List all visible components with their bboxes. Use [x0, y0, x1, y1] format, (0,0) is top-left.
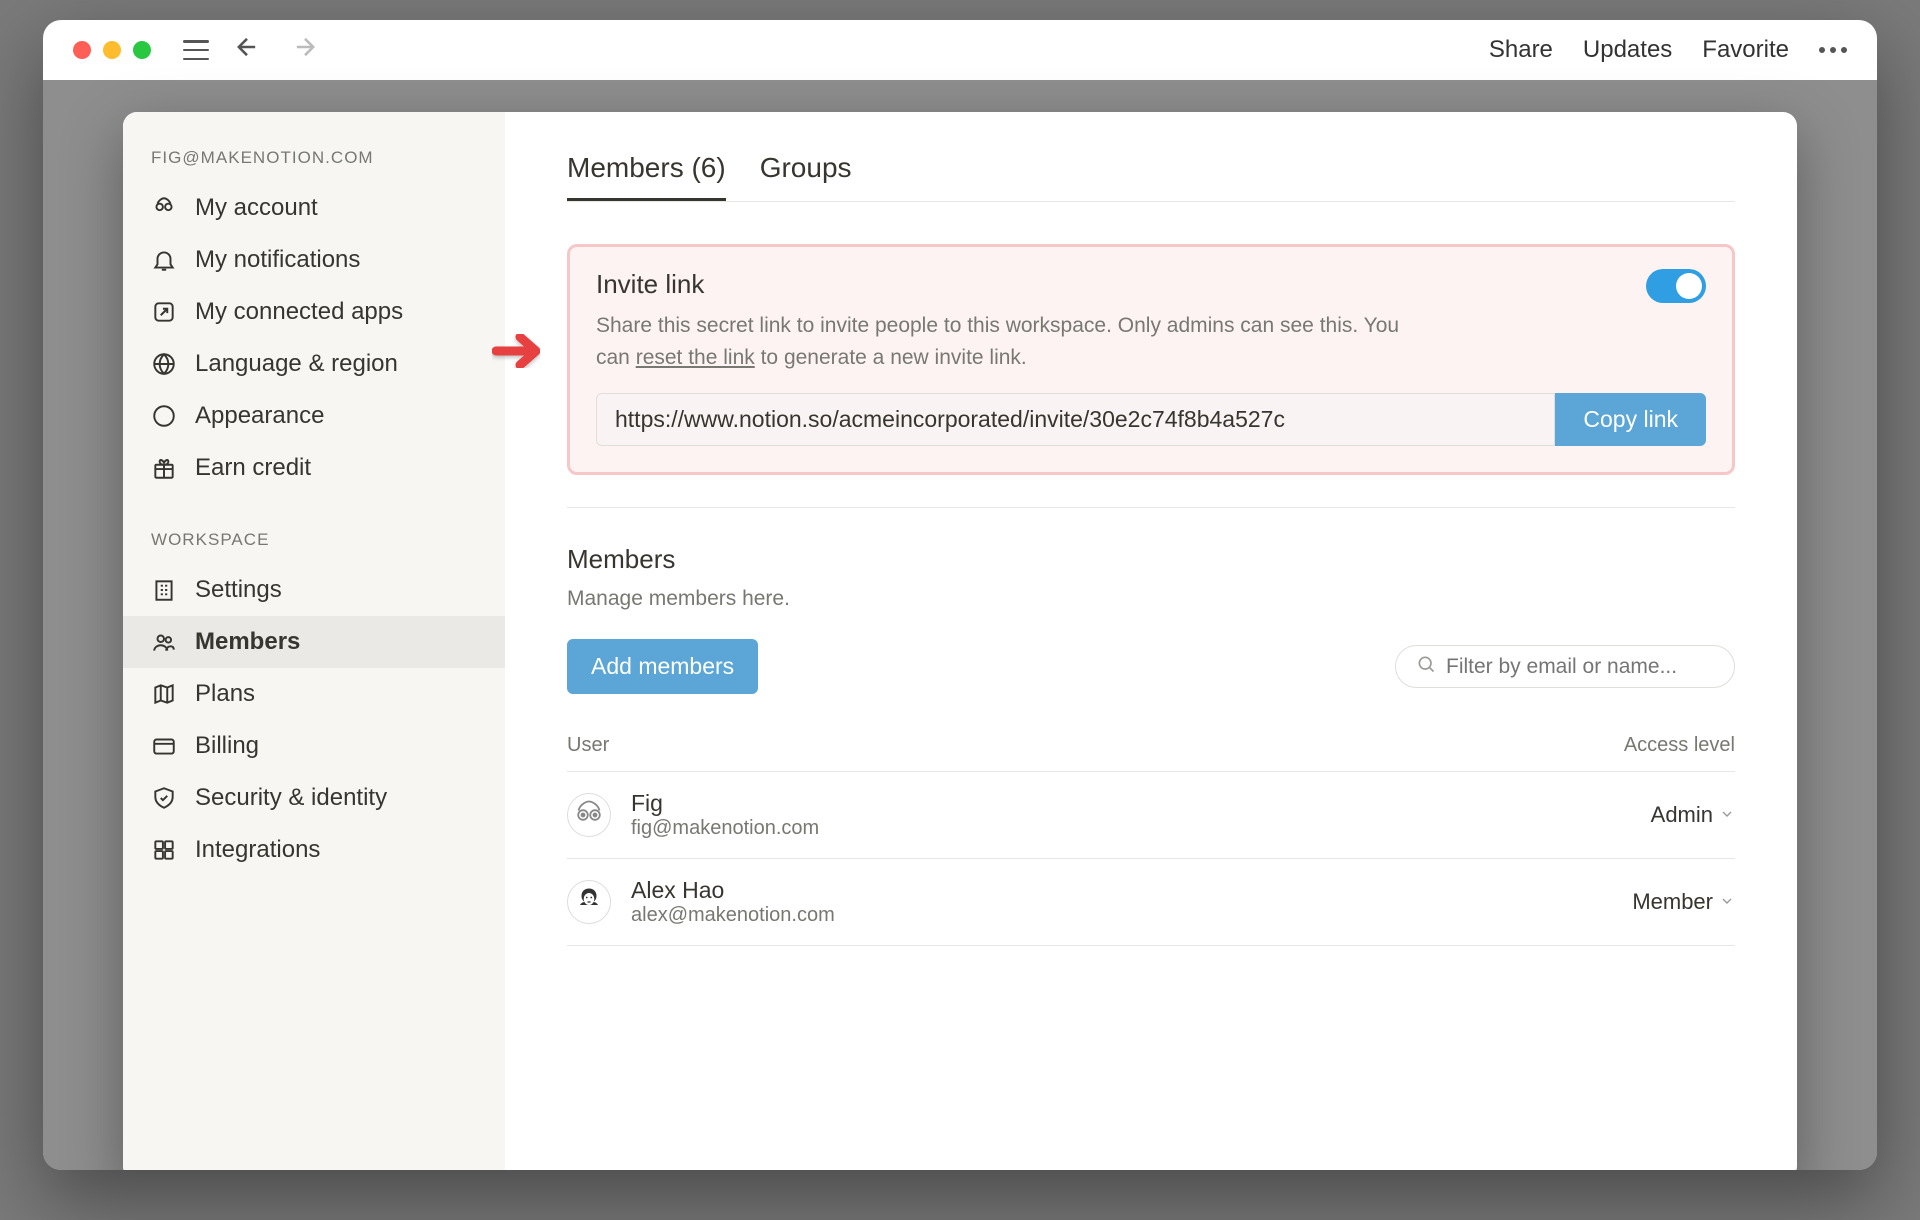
shield-icon	[151, 785, 177, 811]
people-icon	[151, 629, 177, 655]
forward-button	[285, 33, 325, 67]
titlebar: Share Updates Favorite	[43, 20, 1877, 80]
avatar	[567, 793, 611, 837]
user-name: Alex Hao	[631, 877, 835, 904]
sidebar-item-label: Plans	[195, 680, 255, 708]
col-user: User	[567, 734, 609, 757]
access-level-dropdown[interactable]: Member	[1632, 889, 1735, 915]
close-window-button[interactable]	[73, 41, 91, 59]
hamburger-menu-icon[interactable]	[183, 40, 209, 60]
tab-members[interactable]: Members (6)	[567, 152, 726, 201]
workspace-area: FIG@MAKENOTION.COM My account My notific…	[43, 80, 1877, 1170]
settings-sidebar: FIG@MAKENOTION.COM My account My notific…	[123, 112, 505, 1170]
members-title: Members	[567, 544, 1735, 575]
sidebar-item-label: Billing	[195, 732, 259, 760]
sidebar-item-plans[interactable]: Plans	[123, 668, 505, 720]
table-row: Alex Hao alex@makenotion.com Member	[567, 859, 1735, 946]
app-window: Share Updates Favorite FIG@MAKENOTION.CO…	[43, 20, 1877, 1170]
reset-link[interactable]: reset the link	[636, 346, 755, 369]
building-icon	[151, 577, 177, 603]
share-button[interactable]: Share	[1489, 36, 1553, 64]
col-access-level: Access level	[1624, 734, 1735, 757]
bell-icon	[151, 247, 177, 273]
sidebar-item-appearance[interactable]: Appearance	[123, 390, 505, 442]
titlebar-right: Share Updates Favorite	[1489, 36, 1847, 64]
sidebar-item-my-account[interactable]: My account	[123, 182, 505, 234]
table-row: Fig fig@makenotion.com Admin	[567, 772, 1735, 859]
sidebar-item-label: Language & region	[195, 350, 398, 378]
invite-link-row: Copy link	[596, 393, 1706, 446]
filter-input[interactable]	[1446, 655, 1717, 679]
grid-icon	[151, 837, 177, 863]
invite-link-section: Invite link Share this secret link to in…	[567, 244, 1735, 475]
moon-icon	[151, 403, 177, 429]
chevron-down-icon	[1719, 802, 1735, 828]
settings-modal: FIG@MAKENOTION.COM My account My notific…	[123, 112, 1797, 1170]
sidebar-account-header: FIG@MAKENOTION.COM	[123, 148, 505, 182]
members-subtitle: Manage members here.	[567, 587, 1735, 611]
invite-link-toggle[interactable]	[1646, 269, 1706, 303]
window-controls	[73, 41, 151, 59]
sidebar-workspace-header: WORKSPACE	[123, 530, 505, 564]
add-members-button[interactable]: Add members	[567, 639, 758, 694]
sidebar-item-label: Settings	[195, 576, 282, 604]
zoom-window-button[interactable]	[133, 41, 151, 59]
user-email: fig@makenotion.com	[631, 817, 819, 840]
user-name: Fig	[631, 790, 819, 817]
access-level-dropdown[interactable]: Admin	[1651, 802, 1735, 828]
sidebar-item-connected-apps[interactable]: My connected apps	[123, 286, 505, 338]
updates-button[interactable]: Updates	[1583, 36, 1672, 64]
avatar-icon	[151, 195, 177, 221]
globe-icon	[151, 351, 177, 377]
settings-content: Members (6) Groups Invite link Share thi…	[505, 112, 1797, 1170]
sidebar-item-notifications[interactable]: My notifications	[123, 234, 505, 286]
content-tabs: Members (6) Groups	[567, 152, 1735, 202]
user-email: alex@makenotion.com	[631, 904, 835, 927]
back-button[interactable]	[227, 33, 267, 67]
invite-link-description: Share this secret link to invite people …	[596, 310, 1416, 373]
sidebar-item-label: My account	[195, 194, 318, 222]
sidebar-item-label: Security & identity	[195, 784, 387, 812]
filter-input-wrapper[interactable]	[1395, 645, 1735, 688]
sidebar-item-language[interactable]: Language & region	[123, 338, 505, 390]
more-icon[interactable]	[1819, 47, 1847, 53]
map-icon	[151, 681, 177, 707]
chevron-down-icon	[1719, 889, 1735, 915]
sidebar-item-label: Earn credit	[195, 454, 311, 482]
sidebar-item-label: Integrations	[195, 836, 320, 864]
sidebar-item-integrations[interactable]: Integrations	[123, 824, 505, 876]
invite-link-title: Invite link	[596, 269, 1416, 300]
sidebar-item-label: Members	[195, 628, 300, 656]
sidebar-item-settings[interactable]: Settings	[123, 564, 505, 616]
sidebar-item-earn-credit[interactable]: Earn credit	[123, 442, 505, 494]
members-section: Members Manage members here. Add members…	[567, 544, 1735, 946]
copy-link-button[interactable]: Copy link	[1555, 393, 1706, 446]
sidebar-item-security[interactable]: Security & identity	[123, 772, 505, 824]
credit-card-icon	[151, 733, 177, 759]
gift-icon	[151, 455, 177, 481]
sidebar-item-members[interactable]: Members	[123, 616, 505, 668]
external-link-icon	[151, 299, 177, 325]
minimize-window-button[interactable]	[103, 41, 121, 59]
search-icon	[1416, 654, 1436, 679]
tab-groups[interactable]: Groups	[760, 152, 852, 201]
members-table-header: User Access level	[567, 710, 1735, 772]
avatar	[567, 880, 611, 924]
favorite-button[interactable]: Favorite	[1702, 36, 1789, 64]
sidebar-item-billing[interactable]: Billing	[123, 720, 505, 772]
sidebar-item-label: My notifications	[195, 246, 360, 274]
sidebar-item-label: My connected apps	[195, 298, 403, 326]
sidebar-item-label: Appearance	[195, 402, 324, 430]
invite-link-input[interactable]	[596, 393, 1555, 446]
callout-arrow-icon	[492, 327, 552, 380]
